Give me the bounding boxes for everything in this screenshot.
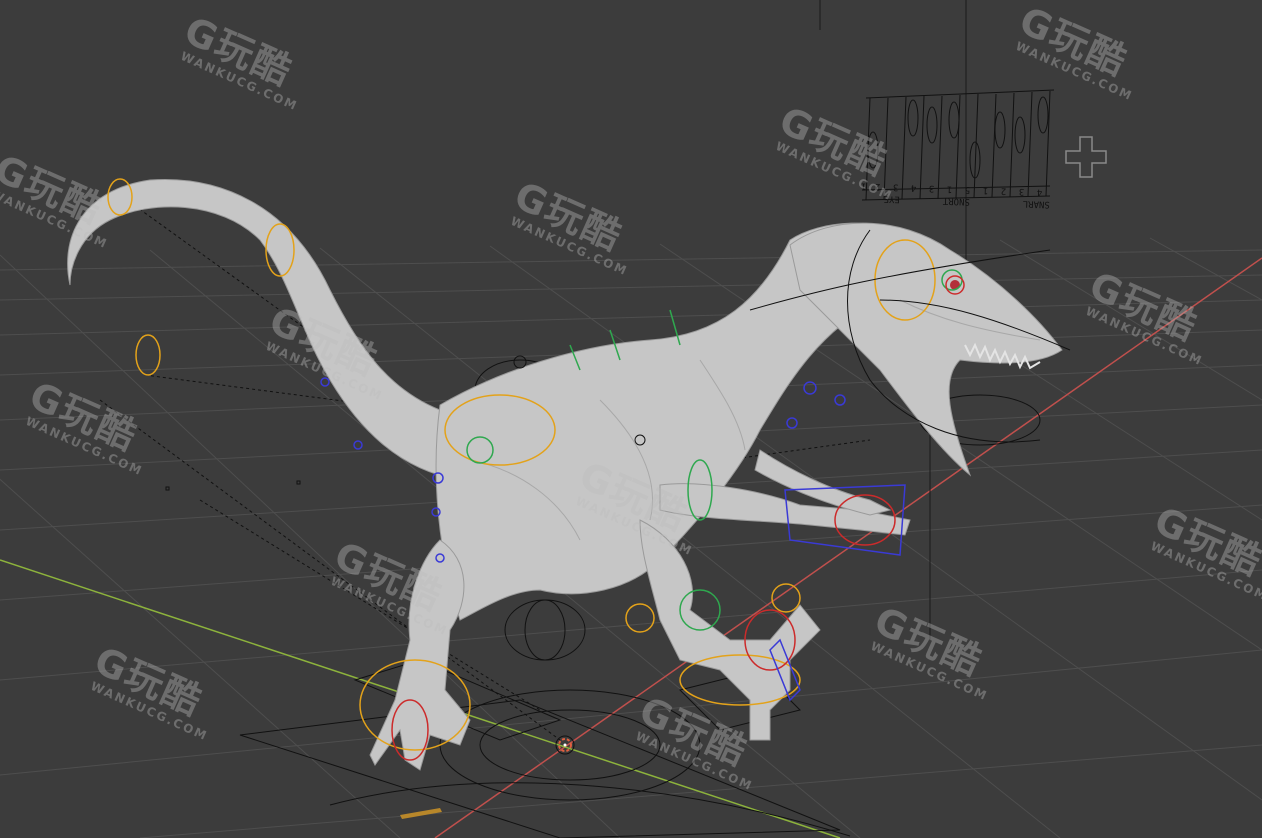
panel-label-snort: SNORT (942, 195, 970, 206)
panel-number: 4 (1037, 187, 1043, 197)
panel-number: 4 (911, 182, 917, 192)
viewport-canvas[interactable]: SNARL SNORT EYE 4 3 2 1 5 1 3 4 3 2 1 (0, 0, 1262, 838)
panel-number: 1 (983, 185, 989, 195)
raptor-mesh[interactable] (67, 178, 1063, 771)
light-gizmo-icon[interactable] (1065, 136, 1107, 178)
panel-number: 2 (1001, 185, 1007, 195)
panel-number: 2 (875, 181, 881, 191)
panel-number: 3 (893, 182, 899, 192)
panel-number: 5 (965, 184, 971, 194)
panel-number: 1 (947, 183, 953, 193)
panel-number: 3 (1019, 186, 1025, 196)
3d-cursor-center (563, 743, 567, 747)
panel-label-snarl: SNARL (1023, 198, 1050, 209)
panel-label-eye: EYE (884, 193, 901, 204)
face-control-panel[interactable] (861, 89, 1055, 201)
3d-viewport[interactable]: SNARL SNORT EYE 4 3 2 1 5 1 3 4 3 2 1 G玩… (0, 0, 1262, 838)
panel-number: 1 (861, 180, 867, 190)
face-panel-labels: SNARL SNORT EYE 4 3 2 1 5 1 3 4 3 2 1 (861, 180, 1050, 209)
panel-number: 3 (929, 183, 935, 193)
